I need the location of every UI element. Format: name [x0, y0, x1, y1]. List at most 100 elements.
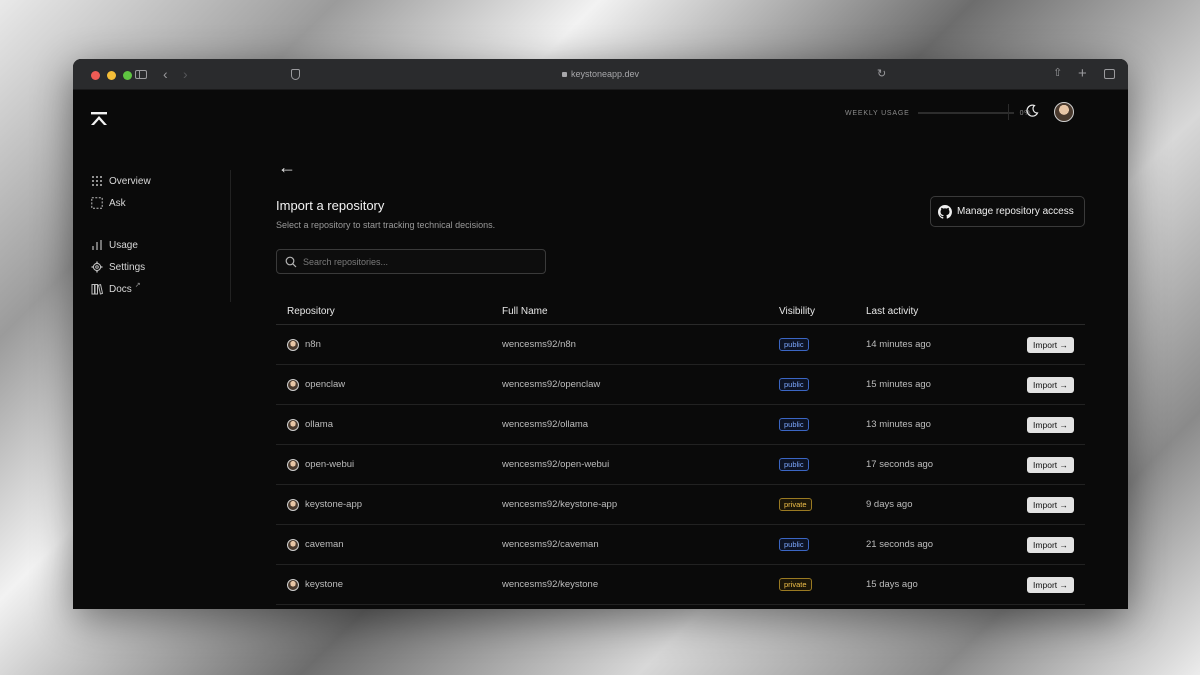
github-icon: [938, 204, 952, 219]
action-cell: Import →: [996, 376, 1085, 393]
repo-full-name: wencesms92/keystone-app: [502, 499, 618, 510]
keystone-logo[interactable]: [89, 112, 109, 126]
table-row[interactable]: n8n wencesms92/n8n public 14 minutes ago…: [276, 325, 1085, 365]
import-button[interactable]: Import →: [1027, 376, 1074, 393]
repo-avatar: [287, 498, 299, 511]
sidebar-nav: Overview Ask Usage Settings Docs ↗: [91, 170, 151, 300]
user-avatar[interactable]: [1054, 102, 1074, 122]
new-tab-icon[interactable]: +: [1078, 66, 1087, 81]
search-icon: [285, 256, 297, 267]
repo-name: n8n: [305, 339, 321, 350]
bar-chart-icon: [92, 240, 102, 250]
search-box[interactable]: [276, 249, 546, 274]
repo-avatar: [287, 458, 299, 471]
last-activity: 15 minutes ago: [866, 379, 931, 390]
usage-label: WEEKLY USAGE: [845, 109, 910, 117]
repo-name: ollama: [305, 419, 333, 430]
visibility-cell: public: [779, 377, 866, 392]
share-icon[interactable]: ⇧: [1053, 68, 1062, 79]
repo-cell: ollama: [276, 418, 502, 431]
last-activity: 21 seconds ago: [866, 539, 934, 550]
sidebar-item-ask[interactable]: Ask: [91, 192, 151, 214]
tab-overview-icon[interactable]: [1104, 69, 1115, 79]
import-button[interactable]: Import →: [1027, 336, 1074, 353]
repo-full-name: wencesms92/n8n: [502, 339, 576, 350]
table-row[interactable]: keystone wencesms92/keystone private 15 …: [276, 565, 1085, 605]
repo-avatar: [287, 378, 299, 391]
repo-cell: keystone-app: [276, 498, 502, 511]
table-row[interactable]: ollama wencesms92/ollama public 13 minut…: [276, 405, 1085, 445]
last-activity: 9 days ago: [866, 499, 913, 510]
repo-cell: n8n: [276, 338, 502, 351]
last-activity: 14 minutes ago: [866, 339, 931, 350]
visibility-badge: public: [779, 537, 809, 552]
sidebar-item-label: Docs: [109, 283, 132, 295]
column-header-visibility: Visibility: [779, 305, 815, 317]
sidebar-item-overview[interactable]: Overview: [91, 170, 151, 192]
sidebar-item-label: Overview: [109, 175, 151, 187]
repo-name: openclaw: [305, 379, 346, 390]
repo-name: keystone-app: [305, 499, 363, 510]
repo-full-name: wencesms92/keystone: [502, 579, 599, 590]
import-button[interactable]: Import →: [1027, 456, 1074, 473]
page-subtitle: Select a repository to start tracking te…: [276, 220, 496, 230]
back-arrow-icon[interactable]: ←: [278, 157, 296, 178]
sidebar-item-label: Usage: [109, 239, 138, 251]
table-row[interactable]: caveman wencesms92/caveman public 21 sec…: [276, 525, 1085, 565]
action-cell: Import →: [996, 336, 1085, 353]
gear-icon: [91, 261, 103, 273]
last-activity: 13 minutes ago: [866, 419, 931, 430]
repo-avatar: [287, 338, 299, 351]
import-button[interactable]: Import →: [1027, 496, 1074, 513]
repo-avatar: [287, 418, 299, 431]
table-row[interactable]: open-webui wencesms92/open-webui public …: [276, 445, 1085, 485]
search-input[interactable]: [303, 256, 533, 267]
action-cell: Import →: [996, 536, 1085, 553]
dashed-square-icon: [91, 197, 103, 209]
visibility-cell: public: [779, 457, 866, 472]
repo-full-name: wencesms92/caveman: [502, 539, 599, 550]
visibility-cell: public: [779, 337, 866, 352]
visibility-badge: public: [779, 457, 809, 472]
sidebar-item-usage[interactable]: Usage: [91, 234, 151, 256]
repo-name: caveman: [305, 539, 344, 550]
browser-titlebar: ‹ › keystoneapp.dev ↻ ⇧ +: [73, 59, 1128, 90]
visibility-cell: private: [779, 497, 866, 512]
weekly-usage: WEEKLY USAGE 0%: [845, 108, 1031, 118]
action-cell: Import →: [996, 496, 1085, 513]
usage-progress-bar: [917, 112, 1014, 114]
import-button[interactable]: Import →: [1027, 576, 1074, 593]
address-bar[interactable]: keystoneapp.dev: [73, 69, 1128, 79]
import-button[interactable]: Import →: [1027, 416, 1074, 433]
visibility-badge: public: [779, 417, 809, 432]
last-activity: 15 days ago: [866, 579, 918, 590]
browser-window: ‹ › keystoneapp.dev ↻ ⇧ + WEEKLY USAGE 0…: [73, 59, 1128, 609]
visibility-badge: private: [779, 497, 812, 512]
visibility-cell: public: [779, 537, 866, 552]
repo-name: open-webui: [305, 459, 355, 470]
sidebar-item-docs[interactable]: Docs ↗: [91, 278, 151, 300]
external-link-icon: ↗: [134, 282, 141, 289]
last-activity: 17 seconds ago: [866, 459, 934, 470]
reload-icon[interactable]: ↻: [877, 69, 886, 80]
repository-table: Repository Full Name Visibility Last act…: [276, 298, 1085, 605]
manage-repository-access-button[interactable]: Manage repository access: [930, 196, 1085, 227]
sidebar-item-settings[interactable]: Settings: [91, 256, 151, 278]
lock-icon: [561, 72, 567, 77]
column-header-last-activity: Last activity: [866, 305, 919, 317]
moon-icon[interactable]: [1025, 104, 1039, 118]
grid-icon: [92, 176, 102, 186]
repo-full-name: wencesms92/open-webui: [502, 459, 610, 470]
visibility-badge: public: [779, 377, 809, 392]
repo-full-name: wencesms92/openclaw: [502, 379, 601, 390]
table-row[interactable]: keystone-app wencesms92/keystone-app pri…: [276, 485, 1085, 525]
import-button[interactable]: Import →: [1027, 536, 1074, 553]
url-text: keystoneapp.dev: [570, 69, 640, 79]
visibility-badge: public: [779, 337, 809, 352]
table-row[interactable]: openclaw wencesms92/openclaw public 15 m…: [276, 365, 1085, 405]
repo-cell: openclaw: [276, 378, 502, 391]
app: WEEKLY USAGE 0% Overview Ask Usage Setti…: [73, 90, 1128, 609]
repo-name: keystone: [305, 579, 344, 590]
books-icon: [91, 283, 103, 295]
